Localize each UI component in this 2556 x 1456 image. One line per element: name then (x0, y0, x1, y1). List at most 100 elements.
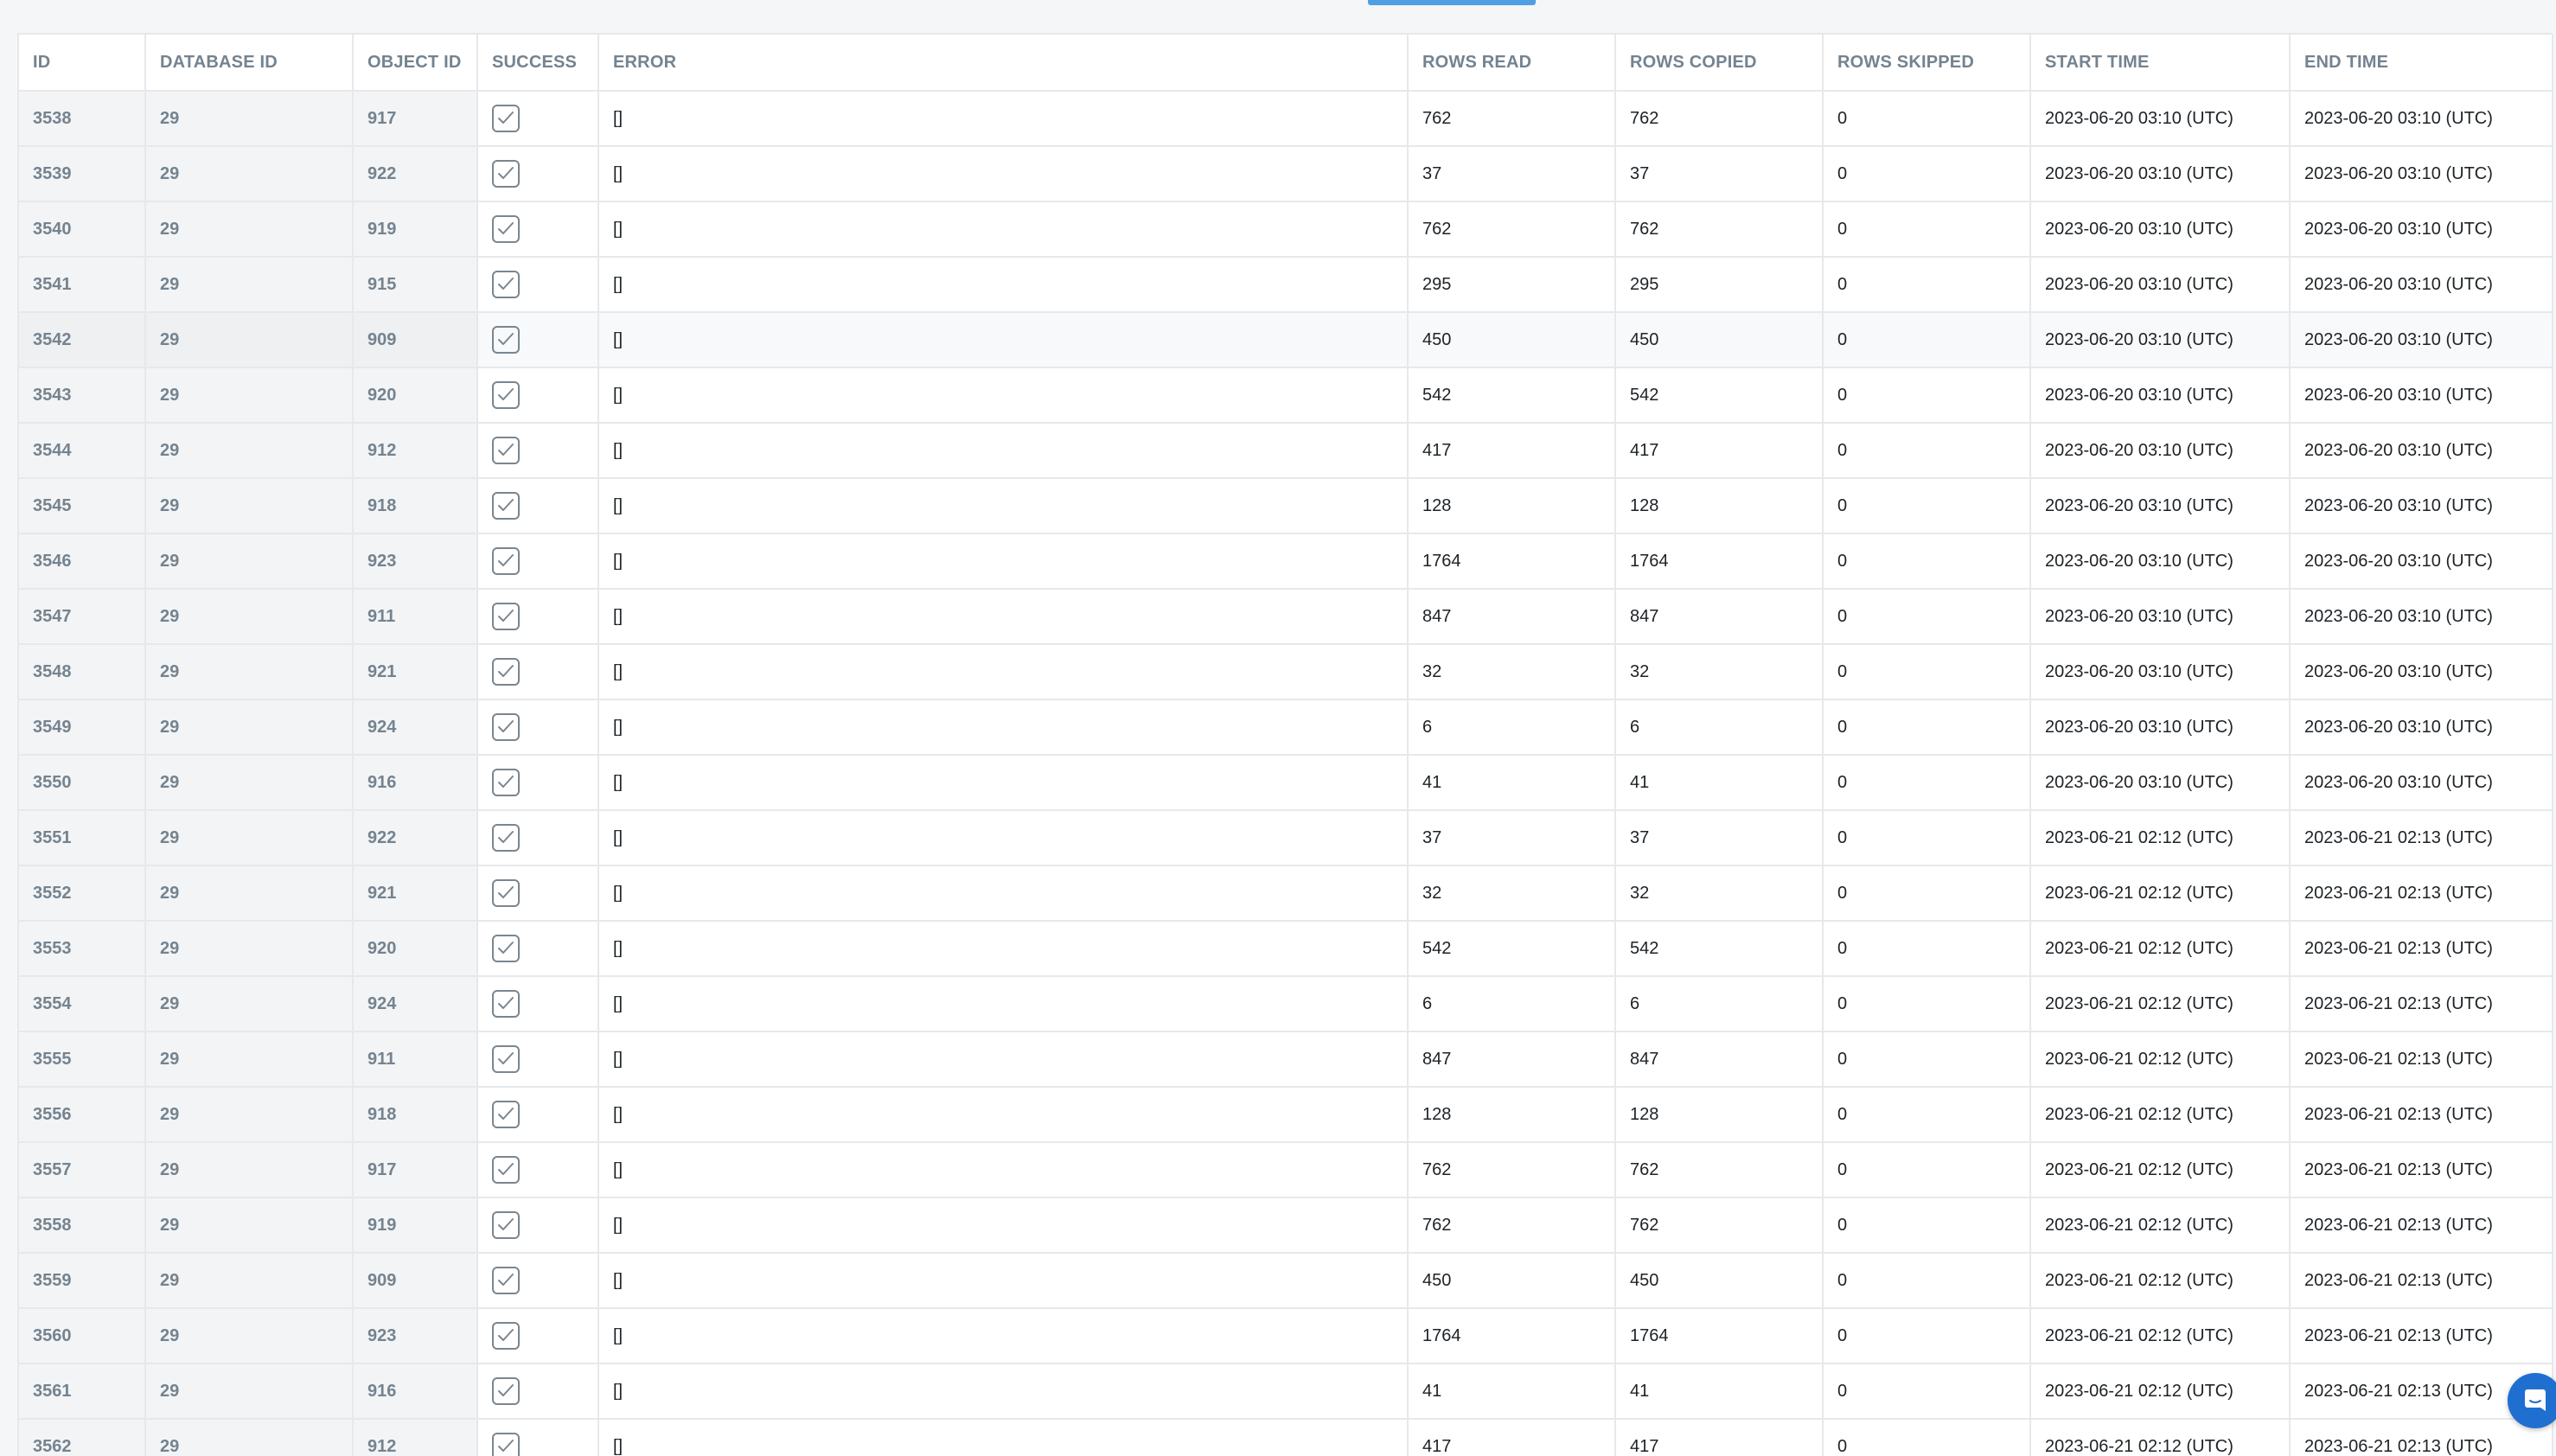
cell-object-id[interactable]: 923 (353, 533, 478, 590)
cell-database-id[interactable]: 29 (145, 644, 354, 700)
table-row[interactable]: 3551 29 922[] 37 37 0 2023-06-21 02:12 (UTC) 20… (19, 810, 2553, 866)
cell-database-id[interactable]: 29 (145, 423, 354, 479)
cell-id[interactable]: 3556 (19, 1087, 146, 1143)
cell-id[interactable]: 3551 (19, 810, 146, 866)
cell-object-id[interactable]: 915 (353, 257, 478, 313)
table-row[interactable]: 3545 29 918[] 128 128 0 2023-06-20 03:10 (UTC)… (19, 478, 2553, 534)
cell-id[interactable]: 3544 (19, 423, 146, 479)
cell-object-id[interactable]: 909 (353, 312, 478, 368)
column-header-end-time[interactable]: END TIME (2290, 35, 2553, 92)
cell-id[interactable]: 3557 (19, 1142, 146, 1198)
cell-object-id[interactable]: 919 (353, 1197, 478, 1254)
cell-database-id[interactable]: 29 (145, 1308, 354, 1364)
table-row[interactable]: 3552 29 921[] 32 32 0 2023-06-21 02:12 (UTC) 20… (19, 865, 2553, 922)
table-row[interactable]: 3556 29 918[] 128 128 0 2023-06-21 02:12 (UTC)… (19, 1087, 2553, 1143)
cell-object-id[interactable]: 909 (353, 1253, 478, 1309)
table-row[interactable]: 3560 29 923[] 1764 1764 0 2023-06-21 02:12 (UT… (19, 1308, 2553, 1364)
cell-id[interactable]: 3550 (19, 755, 146, 811)
cell-database-id[interactable]: 29 (145, 146, 354, 202)
chat-launcher-button[interactable] (2508, 1373, 2556, 1428)
cell-object-id[interactable]: 918 (353, 478, 478, 534)
table-row[interactable]: 3539 29 922[] 37 37 0 2023-06-20 03:10 (UTC) 20… (19, 146, 2553, 202)
cell-database-id[interactable]: 29 (145, 312, 354, 368)
cell-database-id[interactable]: 29 (145, 1142, 354, 1198)
cell-object-id[interactable]: 919 (353, 201, 478, 258)
cell-id[interactable]: 3562 (19, 1419, 146, 1456)
cell-id[interactable]: 3548 (19, 644, 146, 700)
cell-database-id[interactable]: 29 (145, 1031, 354, 1088)
cell-database-id[interactable]: 29 (145, 1087, 354, 1143)
cell-database-id[interactable]: 29 (145, 533, 354, 590)
cell-id[interactable]: 3559 (19, 1253, 146, 1309)
cell-object-id[interactable]: 921 (353, 865, 478, 922)
cell-database-id[interactable]: 29 (145, 755, 354, 811)
table-row[interactable]: 3540 29 919[] 762 762 0 2023-06-20 03:10 (UTC)… (19, 201, 2553, 258)
cell-id[interactable]: 3555 (19, 1031, 146, 1088)
column-header-start-time[interactable]: START TIME (2030, 35, 2291, 92)
table-row[interactable]: 3554 29 924[] 6 6 0 2023-06-21 02:12 (UTC) 2023… (19, 976, 2553, 1032)
column-header-success[interactable]: SUCCESS (477, 35, 599, 92)
cell-id[interactable]: 3547 (19, 589, 146, 645)
cell-object-id[interactable]: 917 (353, 1142, 478, 1198)
table-row[interactable]: 3549 29 924[] 6 6 0 2023-06-20 03:10 (UTC) 2023… (19, 699, 2553, 756)
column-header-error[interactable]: ERROR (598, 35, 1409, 92)
table-row[interactable]: 3542 29 909[] 450 450 0 2023-06-20 03:10 (UTC)… (19, 312, 2553, 368)
cell-object-id[interactable]: 916 (353, 1363, 478, 1420)
column-header-object-id[interactable]: OBJECT ID (353, 35, 478, 92)
cell-database-id[interactable]: 29 (145, 1253, 354, 1309)
table-row[interactable]: 3544 29 912[] 417 417 0 2023-06-20 03:10 (UTC)… (19, 423, 2553, 479)
cell-database-id[interactable]: 29 (145, 589, 354, 645)
cell-id[interactable]: 3542 (19, 312, 146, 368)
cell-id[interactable]: 3540 (19, 201, 146, 258)
table-row[interactable]: 3558 29 919[] 762 762 0 2023-06-21 02:12 (UTC)… (19, 1197, 2553, 1254)
cell-object-id[interactable]: 912 (353, 423, 478, 479)
cell-id[interactable]: 3541 (19, 257, 146, 313)
cell-object-id[interactable]: 911 (353, 1031, 478, 1088)
table-row[interactable]: 3557 29 917[] 762 762 0 2023-06-21 02:12 (UTC)… (19, 1142, 2553, 1198)
table-row[interactable]: 3553 29 920[] 542 542 0 2023-06-21 02:12 (UTC)… (19, 921, 2553, 977)
cell-database-id[interactable]: 29 (145, 478, 354, 534)
table-row[interactable]: 3541 29 915[] 295 295 0 2023-06-20 03:10 (UTC)… (19, 257, 2553, 313)
column-header-id[interactable]: ID (19, 35, 146, 92)
column-header-rows-skipped[interactable]: ROWS SKIPPED (1823, 35, 2031, 92)
cell-database-id[interactable]: 29 (145, 1197, 354, 1254)
cell-database-id[interactable]: 29 (145, 1363, 354, 1420)
cell-object-id[interactable]: 920 (353, 367, 478, 424)
column-header-rows-copied[interactable]: ROWS COPIED (1615, 35, 1824, 92)
cell-object-id[interactable]: 912 (353, 1419, 478, 1456)
cell-object-id[interactable]: 923 (353, 1308, 478, 1364)
cell-id[interactable]: 3558 (19, 1197, 146, 1254)
cell-object-id[interactable]: 917 (353, 91, 478, 147)
table-row[interactable]: 3561 29 916[] 41 41 0 2023-06-21 02:12 (UTC) 20… (19, 1363, 2553, 1420)
table-row[interactable]: 3559 29 909[] 450 450 0 2023-06-21 02:12 (UTC)… (19, 1253, 2553, 1309)
cell-object-id[interactable]: 924 (353, 699, 478, 756)
table-row[interactable]: 3538 29 917[] 762 762 0 2023-06-20 03:10 (UTC)… (19, 91, 2553, 147)
table-row[interactable]: 3543 29 920[] 542 542 0 2023-06-20 03:10 (UTC)… (19, 367, 2553, 424)
cell-database-id[interactable]: 29 (145, 367, 354, 424)
cell-object-id[interactable]: 920 (353, 921, 478, 977)
cell-object-id[interactable]: 924 (353, 976, 478, 1032)
cell-database-id[interactable]: 29 (145, 1419, 354, 1456)
cell-object-id[interactable]: 916 (353, 755, 478, 811)
cell-database-id[interactable]: 29 (145, 976, 354, 1032)
table-row[interactable]: 3550 29 916[] 41 41 0 2023-06-20 03:10 (UTC) 20… (19, 755, 2553, 811)
cell-id[interactable]: 3560 (19, 1308, 146, 1364)
cell-id[interactable]: 3552 (19, 865, 146, 922)
cell-object-id[interactable]: 922 (353, 146, 478, 202)
cell-database-id[interactable]: 29 (145, 91, 354, 147)
column-header-rows-read[interactable]: ROWS READ (1408, 35, 1616, 92)
cell-id[interactable]: 3554 (19, 976, 146, 1032)
cell-id[interactable]: 3549 (19, 699, 146, 756)
table-row[interactable]: 3548 29 921[] 32 32 0 2023-06-20 03:10 (UTC) 20… (19, 644, 2553, 700)
cell-id[interactable]: 3543 (19, 367, 146, 424)
cell-object-id[interactable]: 922 (353, 810, 478, 866)
cell-database-id[interactable]: 29 (145, 865, 354, 922)
column-header-database-id[interactable]: DATABASE ID (145, 35, 354, 92)
cell-id[interactable]: 3546 (19, 533, 146, 590)
cell-database-id[interactable]: 29 (145, 699, 354, 756)
table-row[interactable]: 3547 29 911[] 847 847 0 2023-06-20 03:10 (UTC)… (19, 589, 2553, 645)
table-row[interactable]: 3555 29 911[] 847 847 0 2023-06-21 02:12 (UTC)… (19, 1031, 2553, 1088)
cell-id[interactable]: 3561 (19, 1363, 146, 1420)
cell-object-id[interactable]: 921 (353, 644, 478, 700)
cell-id[interactable]: 3539 (19, 146, 146, 202)
